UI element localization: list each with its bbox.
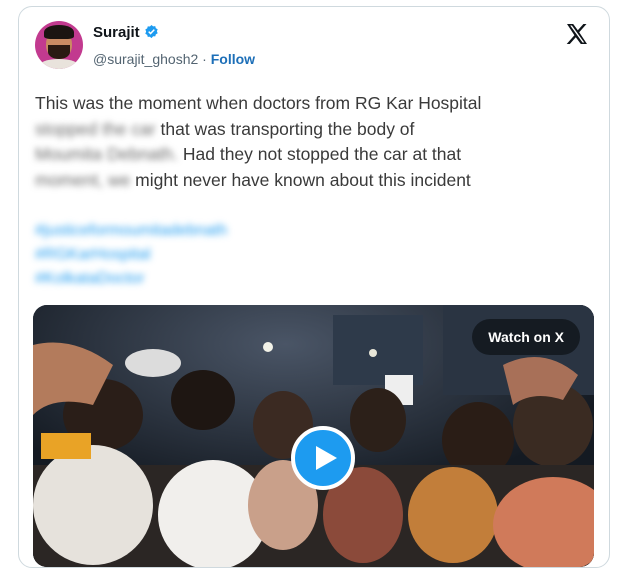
blurred-text: stopped the car <box>35 118 156 139</box>
post-line: stopped the car that was transporting th… <box>35 118 415 139</box>
hashtag-link[interactable]: #justiceformoumitadebnath <box>35 219 227 243</box>
hashtag-link[interactable]: #RGKarHospital <box>35 243 227 267</box>
hashtag-list: #justiceformoumitadebnath #RGKarHospital… <box>35 219 227 291</box>
blurred-text: moment, we <box>35 169 131 190</box>
author-name-row[interactable]: Surajit <box>93 24 159 41</box>
post-text: This was the moment when doctors from RG… <box>35 91 595 193</box>
tweet-card: Surajit @surajit_ghosh2 · Follow This wa… <box>18 6 610 568</box>
verified-badge-icon <box>145 24 158 39</box>
avatar[interactable] <box>35 21 83 69</box>
play-icon[interactable] <box>291 426 355 490</box>
author-handle[interactable]: @surajit_ghosh2 <box>93 51 198 67</box>
post-line: This was the moment when doctors from RG… <box>35 93 482 113</box>
x-logo-icon[interactable] <box>565 22 589 53</box>
video-thumbnail[interactable]: Watch on X <box>33 305 594 567</box>
post-line: moment, we might never have known about … <box>35 169 471 190</box>
hashtag-link[interactable]: #KolkataDoctor <box>35 267 227 291</box>
author-name[interactable]: Surajit <box>93 24 140 41</box>
author-handle-row: @surajit_ghosh2 · Follow <box>93 51 255 67</box>
post-line: Moumita Debnath. Had they not stopped th… <box>35 144 462 164</box>
separator: · <box>202 51 207 67</box>
follow-button[interactable]: Follow <box>211 51 255 67</box>
watch-on-x-button[interactable]: Watch on X <box>472 319 580 355</box>
blurred-text: Moumita Debnath. <box>35 144 178 164</box>
